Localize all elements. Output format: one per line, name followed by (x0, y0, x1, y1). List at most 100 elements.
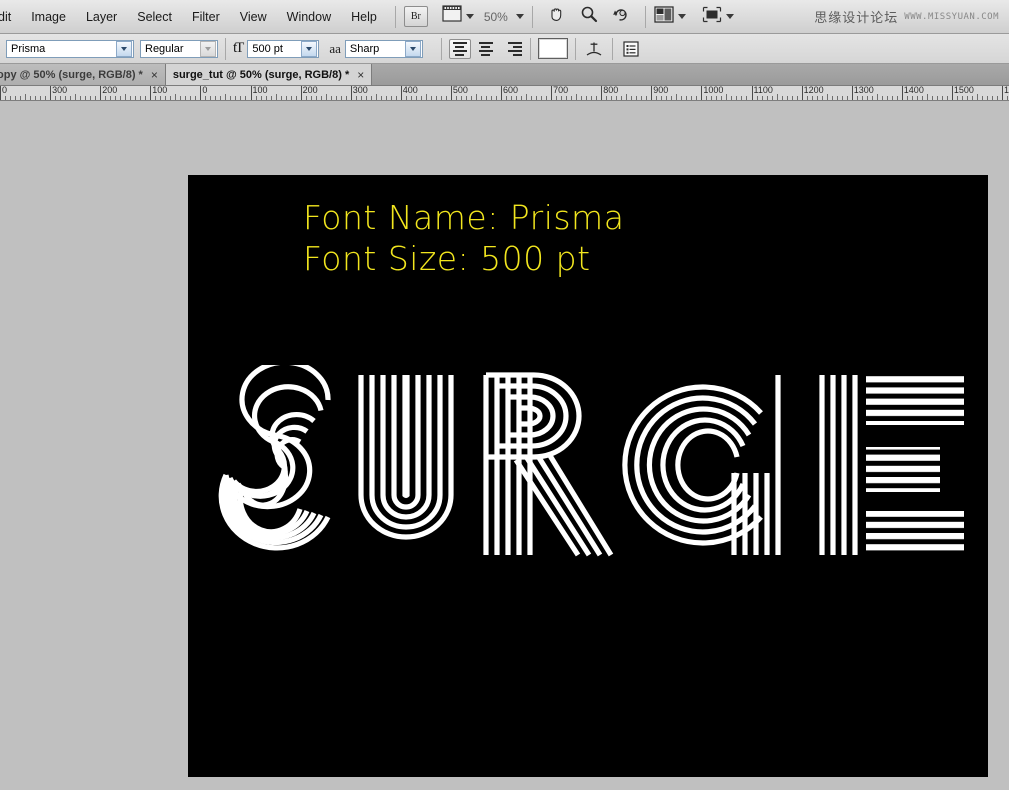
ruler-minor-tick (641, 96, 642, 100)
ruler-minor-tick (496, 96, 497, 100)
ruler-minor-tick (706, 96, 707, 100)
chevron-down-icon (466, 14, 474, 19)
ruler-minor-tick (636, 96, 637, 100)
ruler-minor-tick (361, 96, 362, 100)
ruler-minor-tick (230, 96, 231, 100)
ruler-minor-tick (145, 96, 146, 100)
font-style-select[interactable]: Regular (140, 40, 218, 58)
rotate-view-tool-icon[interactable] (612, 5, 630, 28)
document-tab-bar: opy @ 50% (surge, RGB/8) * × surge_tut @… (0, 64, 1009, 86)
arrange-documents-dropdown[interactable] (654, 6, 686, 28)
ruler-minor-tick (922, 96, 923, 100)
ruler-minor-tick (681, 96, 682, 100)
zoom-tool-icon[interactable] (580, 5, 598, 28)
ruler-minor-tick (741, 96, 742, 100)
ruler-minor-tick (857, 96, 858, 100)
font-family-select[interactable]: Prisma (6, 40, 134, 58)
hand-tool-icon[interactable] (548, 5, 566, 28)
menu-layer[interactable]: Layer (76, 7, 127, 27)
ruler-minor-tick (767, 96, 768, 100)
screen-mode-icon (442, 5, 462, 28)
ruler-minor-tick (616, 96, 617, 100)
warp-text-button[interactable] (583, 39, 605, 59)
menu-image[interactable]: Image (21, 7, 76, 27)
horizontal-ruler[interactable]: 0300200100010020030040050060070080090010… (0, 86, 1009, 101)
menu-view[interactable]: View (230, 7, 277, 27)
ruler-minor-tick (992, 96, 993, 100)
ruler-minor-tick (436, 96, 437, 100)
menu-filter[interactable]: Filter (182, 7, 230, 27)
ruler-minor-tick (837, 96, 838, 100)
menu-select[interactable]: Select (127, 7, 182, 27)
ruler-minor-tick (621, 96, 622, 100)
ruler-minor-tick (215, 96, 216, 100)
ruler-minor-tick (656, 96, 657, 100)
ruler-minor-tick (20, 96, 21, 100)
menu-bar: dit Image Layer Select Filter View Windo… (0, 0, 1009, 34)
menu-help[interactable]: Help (341, 7, 387, 27)
ruler-minor-tick (947, 96, 948, 100)
ruler-minor-tick (266, 96, 267, 100)
ruler-minor-tick (611, 96, 612, 100)
ruler-minor-tick (15, 96, 16, 100)
menu-edit[interactable]: dit (0, 7, 21, 27)
bridge-button[interactable]: Br (404, 6, 428, 27)
font-size-select[interactable]: 500 pt (247, 40, 319, 58)
ruler-minor-tick (696, 96, 697, 100)
photoshop-window: dit Image Layer Select Filter View Windo… (0, 0, 1009, 790)
ruler-minor-tick (190, 96, 191, 100)
ruler-minor-tick (506, 96, 507, 100)
align-center-button[interactable] (475, 39, 497, 59)
ruler-minor-tick (391, 96, 392, 100)
ruler-minor-tick (847, 96, 848, 100)
close-icon[interactable]: × (357, 68, 364, 82)
ruler-minor-tick (75, 94, 76, 100)
toggle-character-panel-button[interactable] (620, 39, 642, 59)
ruler-minor-tick (40, 96, 41, 100)
menu-window[interactable]: Window (277, 7, 341, 27)
letter-E-stem (822, 375, 855, 555)
align-right-button[interactable] (501, 39, 523, 59)
ruler-minor-tick (311, 96, 312, 100)
document-tab-inactive[interactable]: opy @ 50% (surge, RGB/8) * × (0, 64, 166, 85)
ruler-minor-tick (686, 96, 687, 100)
ruler-minor-tick (917, 96, 918, 100)
ruler-minor-tick (411, 96, 412, 100)
ruler-minor-tick (441, 96, 442, 100)
ruler-minor-tick (160, 96, 161, 100)
ruler-label: 600 (501, 86, 518, 95)
ruler-minor-tick (736, 96, 737, 100)
ruler-minor-tick (997, 96, 998, 100)
ruler-minor-tick (511, 96, 512, 100)
ruler-minor-tick (967, 96, 968, 100)
ruler-minor-tick (225, 94, 226, 100)
tab-title: surge_tut @ 50% (surge, RGB/8) * (173, 69, 349, 81)
font-size-chevron-down-icon[interactable] (301, 41, 317, 57)
ruler-minor-tick (772, 96, 773, 100)
ruler-minor-tick (60, 96, 61, 100)
anti-alias-value: Sharp (346, 43, 405, 55)
zoom-level-label: 50% (484, 10, 508, 24)
document-canvas[interactable]: Font Name: Prisma Font Size: 500 pt (188, 175, 988, 777)
screenmode-chevron-down-icon (726, 14, 734, 19)
ruler-minor-tick (912, 96, 913, 100)
ruler-minor-tick (235, 96, 236, 100)
anti-alias-select[interactable]: Sharp (345, 40, 423, 58)
ruler-minor-tick (812, 96, 813, 100)
ruler-minor-tick (45, 96, 46, 100)
close-icon[interactable]: × (151, 68, 158, 82)
font-family-chevron-down-icon[interactable] (116, 41, 132, 57)
font-style-chevron-down-icon[interactable] (200, 41, 216, 57)
zoom-chevron-down-icon[interactable] (516, 14, 524, 19)
ruler-minor-tick (446, 96, 447, 100)
screen-mode-dropdown[interactable] (702, 6, 734, 28)
ruler-minor-tick (646, 96, 647, 100)
document-tab-active[interactable]: surge_tut @ 50% (surge, RGB/8) * × (166, 64, 372, 85)
ruler-minor-tick (982, 96, 983, 100)
view-extras-dropdown[interactable] (442, 5, 474, 28)
letter-G (625, 387, 761, 543)
align-left-button[interactable] (449, 39, 471, 59)
anti-alias-chevron-down-icon[interactable] (405, 41, 421, 57)
text-color-swatch[interactable] (538, 38, 568, 59)
ruler-minor-tick (726, 94, 727, 100)
